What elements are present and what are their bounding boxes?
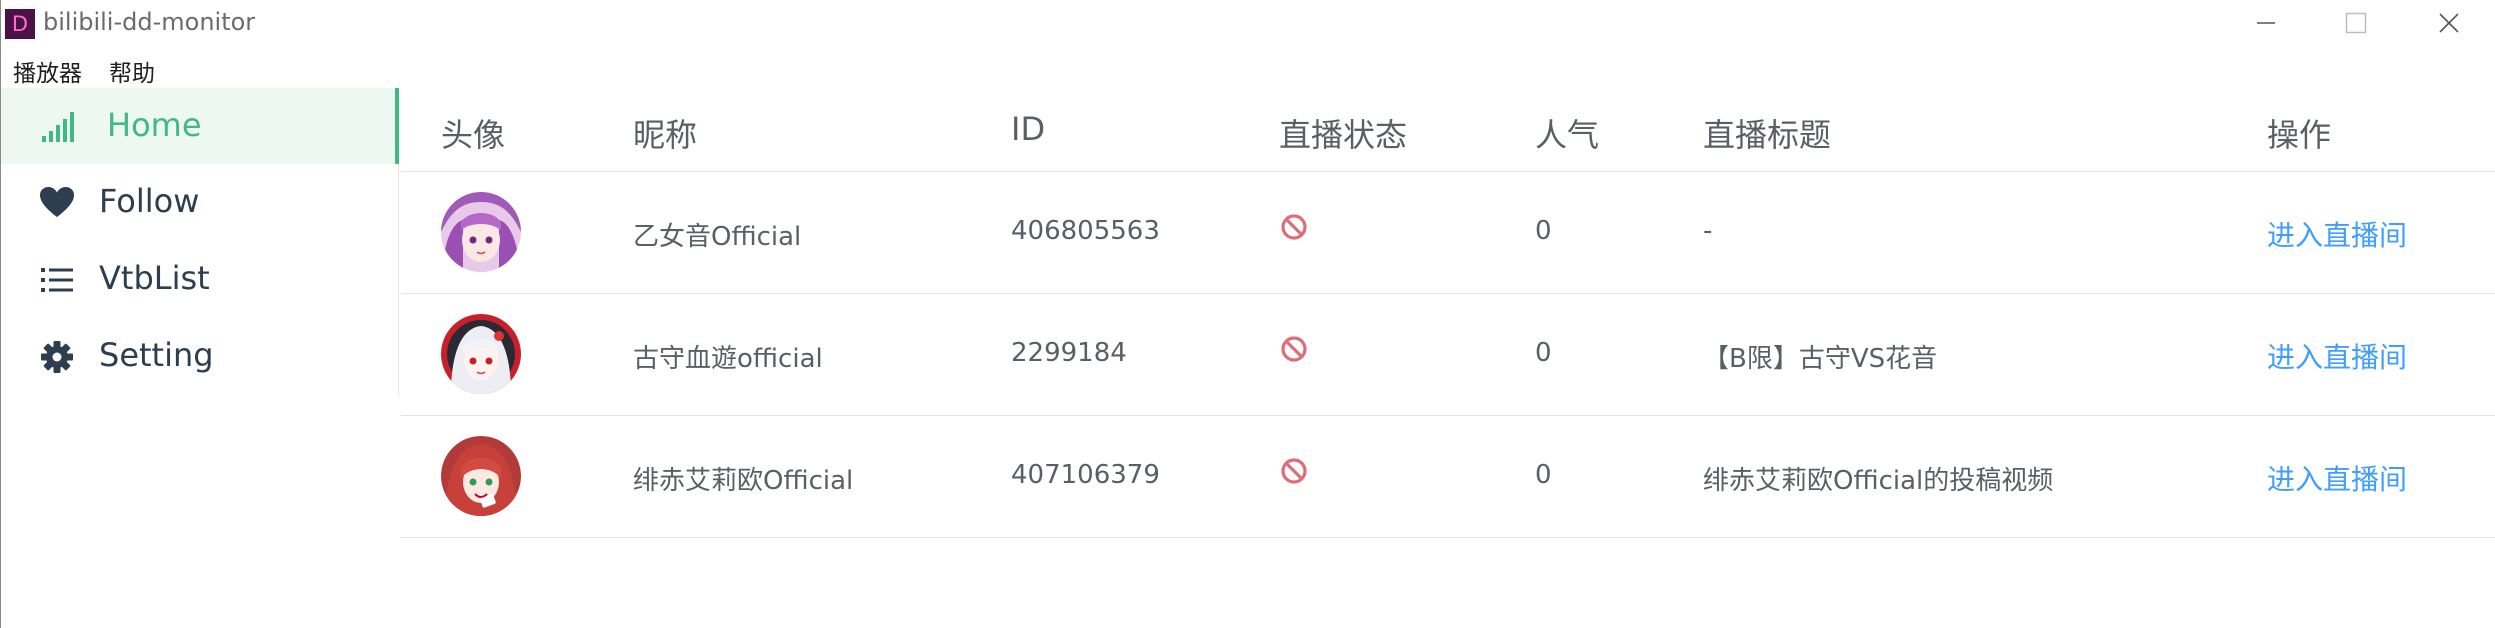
sidebar-item-label: Home — [107, 106, 202, 144]
enter-live-room-link[interactable]: 进入直播间 — [2267, 458, 2407, 498]
app-window: D bilibili-dd-monitor 播放器 帮助 Home Follow… — [0, 0, 2495, 628]
menu-player[interactable]: 播放器 — [13, 54, 82, 88]
header-id: ID — [1011, 110, 1046, 148]
sidebar: Home Follow VtbList Setting — [1, 88, 399, 396]
avatar — [441, 436, 521, 516]
menu-bar: 播放器 帮助 — [1, 50, 2495, 88]
close-button[interactable] — [2414, 0, 2484, 46]
streamer-id: 406805563 — [1011, 216, 1160, 246]
table-row: 绯赤艾莉欧Official 407106379 0 绯赤艾莉欧Official的… — [401, 416, 2495, 538]
enter-live-room-link[interactable]: 进入直播间 — [2267, 336, 2407, 376]
maximize-button[interactable] — [2321, 0, 2391, 46]
app-logo-icon: D — [5, 9, 35, 39]
streamer-id: 407106379 — [1011, 460, 1160, 490]
maximize-icon — [2345, 12, 2367, 34]
popularity-value: 0 — [1535, 216, 1552, 246]
sidebar-item-setting[interactable]: Setting — [1, 318, 399, 394]
sidebar-item-home[interactable]: Home — [1, 88, 399, 164]
live-title: 【B限】古守VS花音 — [1703, 344, 1938, 374]
header-action: 操作 — [2267, 116, 2332, 154]
header-status: 直播状态 — [1279, 116, 1408, 154]
header-name: 昵称 — [633, 116, 698, 154]
header-live-title: 直播标题 — [1703, 116, 1832, 154]
sidebar-item-label: VtbList — [99, 259, 210, 297]
table-header: 头像 昵称 ID 直播状态 人气 直播标题 操作 — [401, 88, 2495, 172]
avatar — [441, 192, 521, 272]
popularity-value: 0 — [1535, 460, 1552, 490]
window-title: bilibili-dd-monitor — [43, 8, 256, 36]
streamer-table: 头像 昵称 ID 直播状态 人气 直播标题 操作 乙女音Official 406… — [401, 88, 2495, 538]
menu-help[interactable]: 帮助 — [109, 54, 155, 88]
close-icon — [2439, 13, 2459, 33]
sidebar-item-label: Follow — [99, 182, 200, 220]
sidebar-item-follow[interactable]: Follow — [1, 164, 399, 240]
list-icon — [41, 268, 73, 292]
live-title: 绯赤艾莉欧Official的投稿视频 — [1703, 466, 2054, 496]
title-bar: D bilibili-dd-monitor — [1, 0, 2495, 46]
streamer-id: 2299184 — [1011, 338, 1127, 368]
streamer-name: 绯赤艾莉欧Official — [633, 466, 854, 496]
minimize-icon — [2257, 22, 2275, 24]
signal-bars-icon — [42, 112, 74, 142]
popularity-value: 0 — [1535, 338, 1552, 368]
offline-status-icon — [1281, 336, 1307, 362]
avatar — [441, 314, 521, 394]
header-popularity: 人气 — [1535, 116, 1600, 154]
offline-status-icon — [1281, 214, 1307, 240]
streamer-name: 古守血遊official — [633, 344, 823, 374]
table-row: 乙女音Official 406805563 0 - 进入直播间 — [401, 172, 2495, 294]
minimize-button[interactable] — [2231, 0, 2301, 46]
header-avatar: 头像 — [441, 116, 506, 154]
heart-icon — [40, 187, 74, 217]
offline-status-icon — [1281, 458, 1307, 484]
sidebar-item-vtblist[interactable]: VtbList — [1, 241, 399, 317]
live-title: - — [1703, 216, 1713, 246]
streamer-name: 乙女音Official — [633, 222, 802, 252]
table-row: 古守血遊official 2299184 0 【B限】古守VS花音 进入直播间 — [401, 294, 2495, 416]
enter-live-room-link[interactable]: 进入直播间 — [2267, 214, 2407, 254]
gear-icon — [41, 341, 73, 373]
sidebar-item-label: Setting — [99, 336, 214, 374]
